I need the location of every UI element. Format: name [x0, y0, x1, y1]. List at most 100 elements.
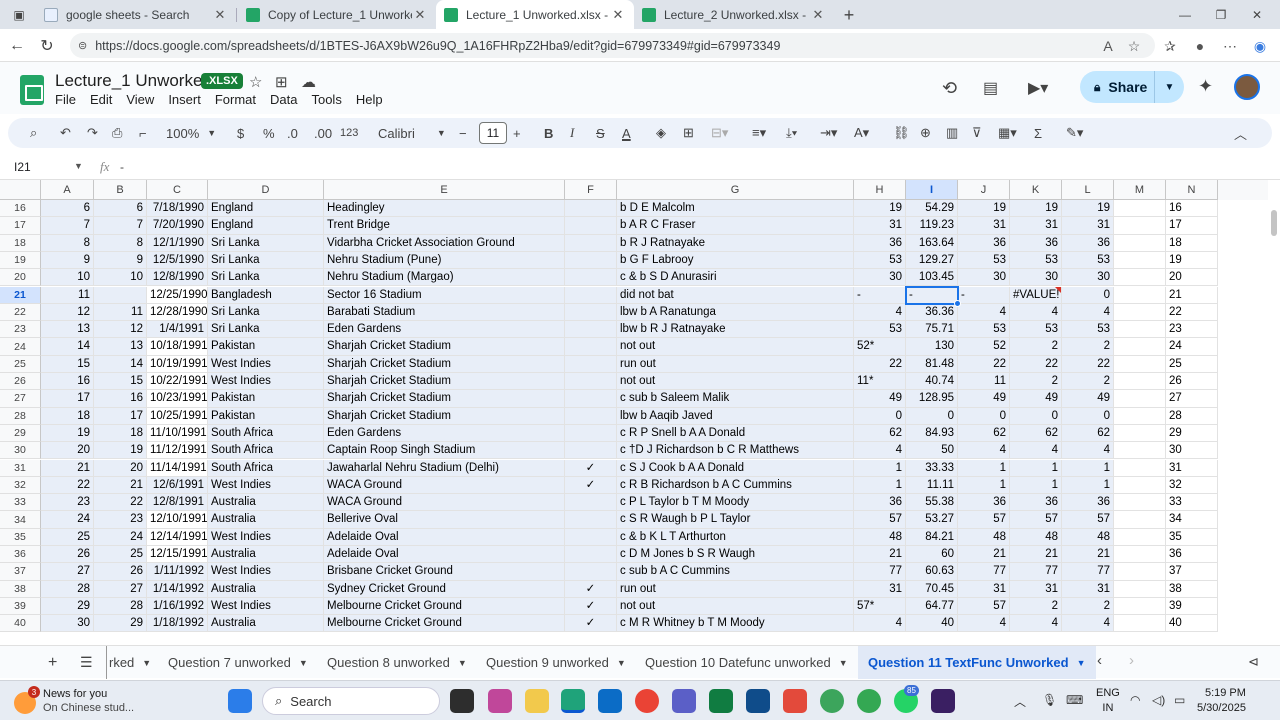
cell-g38[interactable]: run out — [617, 580, 854, 598]
cell-m23[interactable] — [1114, 321, 1166, 339]
cell-a33[interactable]: 23 — [41, 494, 94, 512]
cell-j33[interactable]: 36 — [958, 494, 1010, 512]
cell-n33[interactable]: 33 — [1166, 494, 1218, 512]
formula-input[interactable]: - — [120, 160, 124, 174]
cell-b36[interactable]: 25 — [94, 546, 147, 564]
cell-d25[interactable]: West Indies — [208, 355, 324, 373]
cell-f38[interactable]: ✓ — [565, 580, 617, 598]
fill-handle[interactable] — [954, 299, 961, 307]
cell-i38[interactable]: 70.45 — [906, 580, 958, 598]
collapse-menus-icon[interactable]: ︿ — [1234, 123, 1247, 143]
cell-m29[interactable] — [1114, 424, 1166, 443]
cell-g34[interactable]: c S R Waugh b P L Taylor — [617, 511, 854, 529]
cell-f40[interactable]: ✓ — [565, 615, 617, 632]
column-header-f[interactable]: F — [565, 180, 617, 200]
cell-g21[interactable]: did not bat — [617, 286, 854, 304]
cell-i22[interactable]: 36.36 — [906, 303, 958, 322]
cell-d18[interactable]: Sri Lanka — [208, 234, 324, 252]
cell-a16[interactable]: 6 — [41, 200, 94, 218]
cell-g33[interactable]: c P L Taylor b T M Moody — [617, 494, 854, 512]
row-header[interactable]: 34 — [0, 511, 41, 529]
cell-j19[interactable]: 53 — [958, 251, 1010, 270]
cell-a35[interactable]: 25 — [41, 528, 94, 546]
cell-g35[interactable]: c & b K L T Arthurton — [617, 528, 854, 546]
file-explorer-icon[interactable] — [525, 689, 549, 713]
cell-d36[interactable]: Australia — [208, 546, 324, 564]
cell-a36[interactable]: 26 — [41, 546, 94, 564]
cell-h28[interactable]: 0 — [854, 407, 906, 425]
scroll-tabs-right-icon[interactable]: › — [1129, 652, 1134, 669]
cell-j39[interactable]: 57 — [958, 597, 1010, 616]
teams-icon[interactable] — [672, 689, 696, 713]
copilot-app-icon[interactable] — [488, 689, 512, 713]
cell-k16[interactable]: 19 — [1010, 200, 1062, 218]
italic-button[interactable]: I — [570, 123, 574, 143]
cell-g28[interactable]: lbw b Aaqib Javed — [617, 407, 854, 425]
borders-icon[interactable]: ⊞ — [683, 123, 694, 143]
cell-d38[interactable]: Australia — [208, 580, 324, 598]
cell-e30[interactable]: Captain Roop Singh Stadium — [324, 442, 565, 460]
cell-h24[interactable]: 52* — [854, 338, 906, 356]
cell-b33[interactable]: 22 — [94, 494, 147, 512]
more-options-icon[interactable]: ⋯ — [1220, 36, 1240, 56]
cell-j35[interactable]: 48 — [958, 528, 1010, 546]
column-header-k[interactable]: K — [1010, 180, 1062, 200]
cell-j22[interactable]: 4 — [958, 303, 1010, 322]
cell-n36[interactable]: 36 — [1166, 546, 1218, 564]
cell-d35[interactable]: West Indies — [208, 528, 324, 546]
cell-c17[interactable]: 7/20/1990 — [147, 217, 208, 235]
cell-g40[interactable]: c M R Whitney b T M Moody — [617, 615, 854, 632]
cell-d34[interactable]: Australia — [208, 511, 324, 529]
cell-n27[interactable]: 27 — [1166, 390, 1218, 408]
microphone-icon[interactable]: 🎙︎ — [1042, 693, 1057, 707]
cell-n18[interactable]: 18 — [1166, 234, 1218, 252]
cell-c38[interactable]: 1/14/1992 — [147, 580, 208, 598]
cell-m22[interactable] — [1114, 303, 1166, 322]
cell-g39[interactable]: not out — [617, 597, 854, 616]
cell-l40[interactable]: 4 — [1062, 615, 1114, 632]
cell-e17[interactable]: Trent Bridge — [324, 217, 565, 235]
cell-l21[interactable]: 0 — [1062, 286, 1114, 304]
redo-icon[interactable]: ↷ — [87, 123, 98, 143]
row-header[interactable]: 39 — [0, 597, 41, 616]
cell-b29[interactable]: 18 — [94, 424, 147, 443]
language-indicator[interactable]: ENG IN — [1096, 686, 1120, 716]
cell-e27[interactable]: Sharjah Cricket Stadium — [324, 390, 565, 408]
cell-b26[interactable]: 15 — [94, 373, 147, 391]
cell-h17[interactable]: 31 — [854, 217, 906, 235]
cell-l34[interactable]: 57 — [1062, 511, 1114, 529]
cell-m16[interactable] — [1114, 200, 1166, 218]
cell-j21[interactable]: - — [958, 286, 1010, 304]
cell-m35[interactable] — [1114, 528, 1166, 546]
cell-e38[interactable]: Sydney Cricket Ground — [324, 580, 565, 598]
cell-f25[interactable] — [565, 355, 617, 373]
cell-b16[interactable]: 6 — [94, 200, 147, 218]
cell-e35[interactable]: Adelaide Oval — [324, 528, 565, 546]
comments-icon[interactable]: ▤ — [983, 78, 998, 98]
clock[interactable]: 5:19 PM 5/30/2025 — [1197, 686, 1246, 716]
cell-d33[interactable]: Australia — [208, 494, 324, 512]
cell-d26[interactable]: West Indies — [208, 373, 324, 391]
cell-l38[interactable]: 31 — [1062, 580, 1114, 598]
cell-i35[interactable]: 84.21 — [906, 528, 958, 546]
chevron-down-icon[interactable]: ▼ — [839, 658, 848, 668]
cell-j29[interactable]: 62 — [958, 424, 1010, 443]
cell-d39[interactable]: West Indies — [208, 597, 324, 616]
percent-format-button[interactable]: % — [263, 123, 275, 143]
cell-d27[interactable]: Pakistan — [208, 390, 324, 408]
meet-icon[interactable]: ▶▾ — [1028, 78, 1048, 98]
cell-n23[interactable]: 23 — [1166, 321, 1218, 339]
insert-comment-icon[interactable]: ⊕ — [920, 123, 931, 143]
cell-k23[interactable]: 53 — [1010, 321, 1062, 339]
text-wrap-icon[interactable]: ⇥▾ — [820, 123, 837, 143]
cell-l24[interactable]: 2 — [1062, 338, 1114, 356]
cell-a18[interactable]: 8 — [41, 234, 94, 252]
cell-g36[interactable]: c D M Jones b S R Waugh — [617, 546, 854, 564]
sheet-tab-question-8[interactable]: Question 8 unworked ▼ — [327, 646, 467, 679]
site-info-icon[interactable]: ⊜ — [78, 39, 87, 52]
row-header[interactable]: 33 — [0, 494, 41, 512]
column-header-h[interactable]: H — [854, 180, 906, 200]
more-formats-button[interactable]: 123 — [340, 123, 358, 143]
cell-j38[interactable]: 31 — [958, 580, 1010, 598]
chevron-down-icon[interactable]: ▼ — [458, 658, 467, 668]
